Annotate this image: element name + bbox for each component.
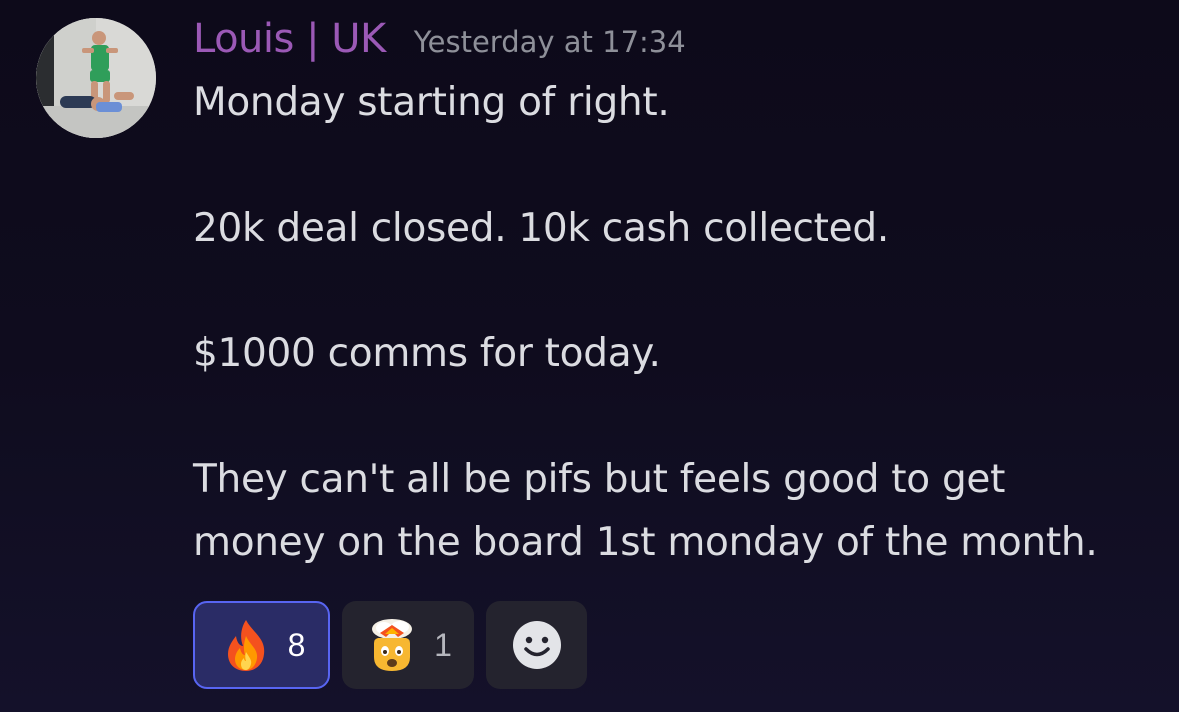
message-line: Monday starting of right. <box>193 80 670 125</box>
reaction-count: 8 <box>287 626 306 663</box>
reaction-count: 1 <box>434 626 452 663</box>
message-line: 20k deal closed. 10k cash collected. <box>193 206 889 251</box>
message-header: Louis | UK Yesterday at 17:34 <box>193 16 686 62</box>
message-line: money on the board 1st monday of the mon… <box>193 520 1098 565</box>
reaction-fire-button[interactable]: 8 <box>193 601 330 689</box>
avatar[interactable] <box>36 18 156 138</box>
fire-emoji-icon <box>220 617 272 673</box>
message-line: They can't all be pifs but feels good to… <box>193 457 1006 502</box>
smiley-add-reaction-icon <box>511 617 563 673</box>
message-line: $1000 comms for today. <box>193 331 661 376</box>
add-reaction-button[interactable] <box>486 601 587 689</box>
exploding-head-emoji-icon <box>366 617 418 673</box>
reaction-bar: 8 1 <box>193 601 587 689</box>
message-timestamp[interactable]: Yesterday at 17:34 <box>414 25 686 59</box>
reaction-exploding-head-button[interactable]: 1 <box>342 601 474 689</box>
chat-message: Louis | UK Yesterday at 17:34 Monday sta… <box>0 0 1179 712</box>
author-name[interactable]: Louis | UK <box>193 16 386 62</box>
